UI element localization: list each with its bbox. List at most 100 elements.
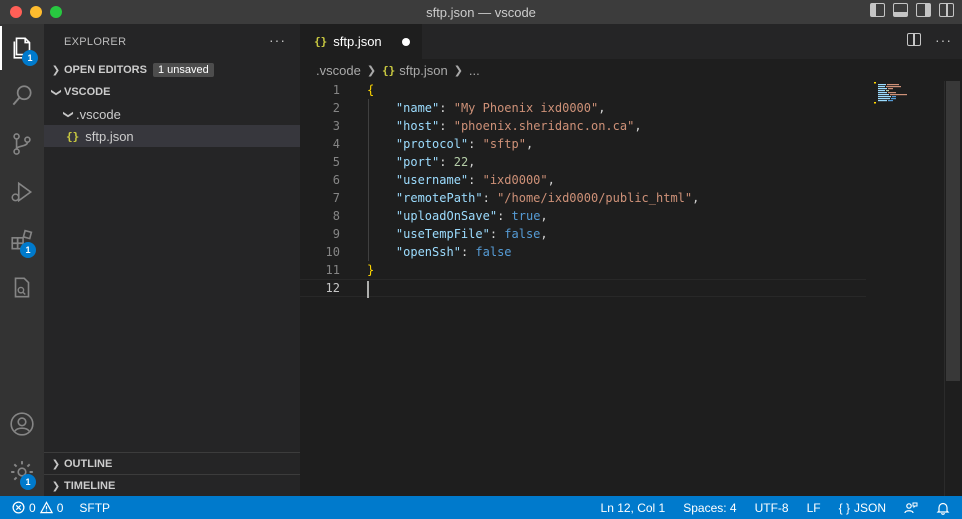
code-line[interactable]: 7 "remotePath": "/home/ixd0000/public_ht… bbox=[300, 189, 866, 207]
indentation-status[interactable]: Spaces: 4 bbox=[683, 501, 736, 515]
chevron-right-icon: ❯ bbox=[51, 458, 61, 470]
warning-icon bbox=[39, 501, 53, 514]
editor-tabs: {} sftp.json ··· bbox=[300, 24, 962, 59]
search-activity[interactable] bbox=[0, 74, 44, 118]
code-line[interactable]: 9 "useTempFile": false, bbox=[300, 225, 866, 243]
error-icon bbox=[12, 501, 25, 514]
remote-explorer-activity[interactable] bbox=[0, 266, 44, 310]
encoding-status[interactable]: UTF-8 bbox=[755, 501, 789, 515]
line-number: 2 bbox=[332, 101, 340, 115]
json-string-value: "phoenix.sheridanc.on.ca" bbox=[453, 119, 635, 133]
run-debug-activity[interactable] bbox=[0, 170, 44, 214]
explorer-badge: 1 bbox=[22, 50, 38, 66]
line-number: 10 bbox=[325, 245, 340, 259]
line-number: 6 bbox=[332, 173, 340, 187]
chevron-right-icon: ❯ bbox=[51, 64, 61, 76]
eol-status[interactable]: LF bbox=[807, 501, 821, 515]
extensions-badge: 1 bbox=[20, 242, 36, 258]
settings-badge: 1 bbox=[20, 474, 36, 490]
problems-status[interactable]: 0 0 bbox=[12, 501, 63, 515]
unsaved-dot-icon[interactable] bbox=[402, 38, 410, 46]
json-number-value: 22 bbox=[453, 155, 469, 169]
json-string-value: "ixd0000" bbox=[482, 173, 548, 187]
layout-controls bbox=[870, 3, 954, 17]
bell-icon bbox=[936, 502, 950, 515]
current-code-line[interactable]: 12 bbox=[300, 279, 866, 298]
open-editors-section[interactable]: ❯ OPEN EDITORS 1 unsaved bbox=[44, 59, 300, 81]
json-key: "useTempFile" bbox=[395, 227, 490, 241]
code-line[interactable]: 4 "protocol": "sftp", bbox=[300, 135, 866, 153]
more-actions-icon[interactable]: ··· bbox=[935, 33, 952, 47]
tree-folder-vscode[interactable]: ❯ .vscode bbox=[44, 103, 300, 125]
json-key: "remotePath" bbox=[395, 191, 483, 205]
timeline-label: TIMELINE bbox=[64, 480, 116, 492]
outline-section[interactable]: ❯ OUTLINE bbox=[44, 452, 300, 475]
activity-bar: 1 1 1 bbox=[0, 24, 44, 496]
line-number: 12 bbox=[325, 281, 340, 295]
json-key: "protocol" bbox=[395, 137, 469, 151]
accounts-activity[interactable] bbox=[0, 402, 44, 446]
json-string-value: "/home/ixd0000/public_html" bbox=[497, 191, 693, 205]
chevron-right-icon: ❯ bbox=[366, 64, 377, 77]
breadcrumb-file[interactable]: sftp.json bbox=[399, 63, 447, 78]
cursor-position-status[interactable]: Ln 12, Col 1 bbox=[601, 501, 666, 515]
line-number: 11 bbox=[325, 263, 340, 277]
split-editor-icon[interactable] bbox=[907, 33, 921, 46]
source-control-icon bbox=[13, 133, 31, 155]
extensions-activity[interactable]: 1 bbox=[0, 218, 44, 262]
feedback-status[interactable] bbox=[904, 501, 918, 515]
tab-sftp-json[interactable]: {} sftp.json bbox=[300, 24, 422, 59]
timeline-section[interactable]: ❯ TIMELINE bbox=[44, 474, 300, 497]
error-count: 0 bbox=[29, 500, 36, 515]
language-mode-status[interactable]: { } JSON bbox=[839, 501, 886, 515]
source-control-activity[interactable] bbox=[0, 122, 44, 166]
code-line[interactable]: 5 "port": 22, bbox=[300, 153, 866, 171]
tree-file-sftp-json[interactable]: {} sftp.json bbox=[44, 125, 300, 147]
notifications-status[interactable] bbox=[936, 501, 950, 515]
editor-actions: ··· bbox=[907, 33, 952, 47]
json-language-icon: { } bbox=[838, 500, 850, 515]
chevron-down-icon: ❯ bbox=[62, 109, 74, 119]
run-debug-icon bbox=[11, 181, 33, 203]
toggle-panel-icon[interactable] bbox=[893, 3, 908, 17]
tab-label: sftp.json bbox=[333, 34, 382, 49]
code-line[interactable]: 8 "uploadOnSave": true, bbox=[300, 207, 866, 225]
explorer-more-actions-button[interactable]: ··· bbox=[269, 32, 286, 48]
subfolder-label: .vscode bbox=[76, 106, 121, 122]
open-editors-label: OPEN EDITORS bbox=[64, 64, 147, 76]
code-line[interactable]: 3 "host": "phoenix.sheridanc.on.ca", bbox=[300, 117, 866, 135]
vertical-scrollbar[interactable] bbox=[946, 81, 960, 381]
code-line[interactable]: 11 } bbox=[300, 261, 866, 279]
json-key: "name" bbox=[395, 101, 440, 115]
explorer-activity[interactable]: 1 bbox=[0, 26, 44, 70]
document-search-icon bbox=[14, 277, 30, 298]
explorer-title: EXPLORER bbox=[64, 35, 127, 48]
title-bar: sftp.json — vscode bbox=[0, 0, 962, 24]
json-key: "openSsh" bbox=[395, 245, 461, 259]
toggle-primary-sidebar-icon[interactable] bbox=[870, 3, 885, 17]
breadcrumb-folder[interactable]: .vscode bbox=[316, 63, 361, 78]
chevron-right-icon: ❯ bbox=[453, 64, 463, 77]
breadcrumb-more[interactable]: ... bbox=[469, 63, 480, 78]
unsaved-badge: 1 unsaved bbox=[152, 63, 214, 77]
minimap[interactable] bbox=[874, 82, 934, 106]
code-line[interactable]: 2 "name": "My Phoenix ixd0000", bbox=[300, 99, 866, 117]
customize-layout-icon[interactable] bbox=[939, 3, 954, 17]
json-bool-value: true bbox=[511, 209, 541, 223]
json-string-value: "My Phoenix ixd0000" bbox=[453, 101, 599, 115]
code-editor[interactable]: 1 { 2 "name": "My Phoenix ixd0000", 3 "h… bbox=[300, 81, 962, 496]
status-bar: 0 0 SFTP Ln 12, Col 1 Spaces: 4 UTF-8 LF… bbox=[0, 496, 962, 519]
json-string-value: "sftp" bbox=[482, 137, 526, 151]
workspace-folder-section[interactable]: ❯ VSCODE bbox=[44, 81, 300, 103]
warning-count: 0 bbox=[56, 500, 64, 515]
code-line[interactable]: 6 "username": "ixd0000", bbox=[300, 171, 866, 189]
toggle-secondary-sidebar-icon[interactable] bbox=[916, 3, 931, 17]
open-brace: { bbox=[367, 83, 375, 97]
code-line[interactable]: 1 { bbox=[300, 81, 866, 99]
code-line[interactable]: 10 "openSsh": false bbox=[300, 243, 866, 261]
json-bool-value: false bbox=[475, 245, 512, 259]
sftp-status[interactable]: SFTP bbox=[79, 501, 110, 515]
manage-activity[interactable]: 1 bbox=[0, 450, 44, 494]
account-icon bbox=[10, 412, 34, 436]
json-file-icon: {} bbox=[314, 35, 328, 48]
